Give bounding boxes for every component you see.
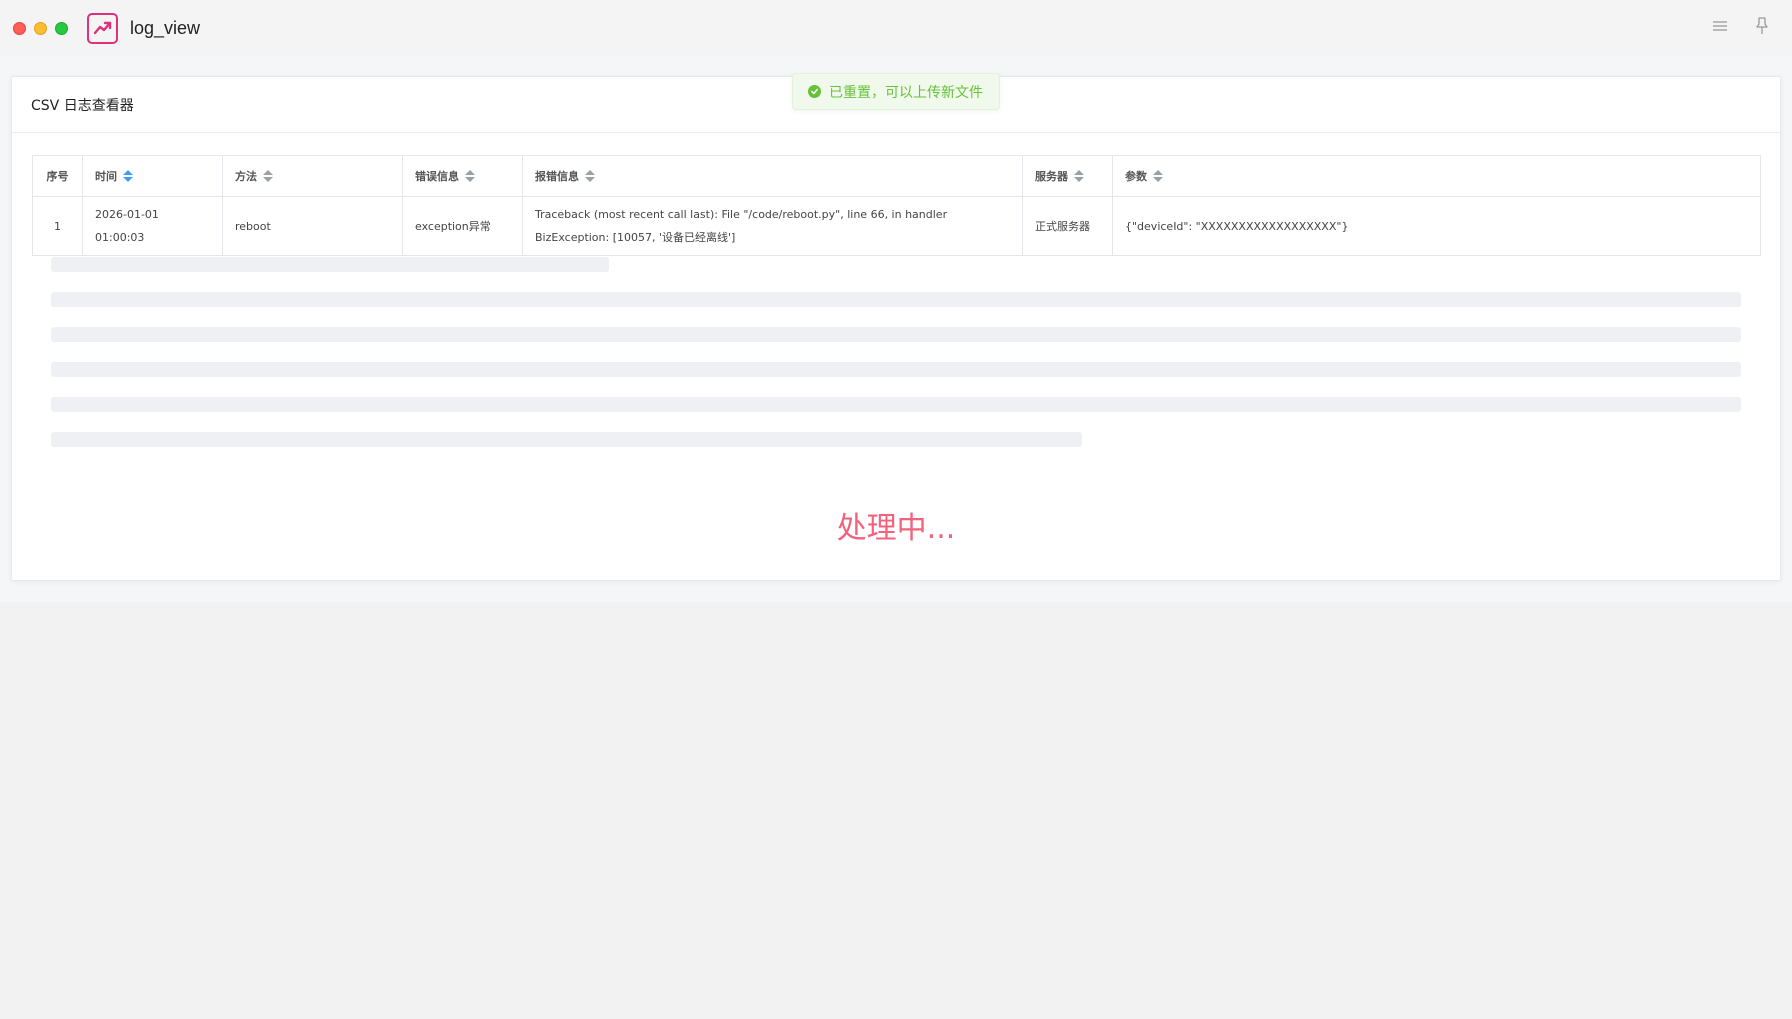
maximize-window-button[interactable] (55, 21, 68, 35)
column-header-error[interactable]: 错误信息 (402, 155, 523, 197)
pin-icon[interactable] (1752, 16, 1772, 36)
cell-server: 正式服务器 (1022, 196, 1113, 256)
cell-traceback: Traceback (most recent call last): File … (522, 196, 1023, 256)
skeleton-line (51, 327, 1741, 342)
skeleton-line (51, 397, 1741, 412)
menu-icon[interactable] (1710, 16, 1730, 36)
column-header-label: 错误信息 (415, 170, 459, 183)
close-window-button[interactable] (13, 21, 26, 35)
cell-index: 1 (32, 196, 83, 256)
cell-error: exception异常 (402, 196, 523, 256)
sort-icon[interactable] (465, 170, 475, 182)
sort-icon[interactable] (123, 170, 133, 182)
table-header-row: 序号 时间 方法 错误信息 报错信息 服务器 参数 (32, 155, 1761, 197)
window-controls (13, 21, 68, 35)
column-header-index: 序号 (32, 155, 83, 197)
cell-method: reboot (222, 196, 403, 256)
column-header-params[interactable]: 参数 (1112, 155, 1761, 197)
minimize-window-button[interactable] (34, 21, 47, 35)
column-header-label: 参数 (1125, 170, 1147, 183)
sort-icon[interactable] (1074, 170, 1084, 182)
column-header-traceback[interactable]: 报错信息 (522, 155, 1023, 197)
column-header-time[interactable]: 时间 (82, 155, 223, 197)
column-header-label: 序号 (46, 170, 69, 183)
column-header-method[interactable]: 方法 (222, 155, 403, 197)
title-bar-actions (1710, 16, 1772, 36)
column-header-server[interactable]: 服务器 (1022, 155, 1113, 197)
sort-icon[interactable] (1153, 170, 1163, 182)
check-circle-icon (808, 85, 821, 98)
success-toast: 已重置，可以上传新文件 (792, 73, 1000, 110)
sort-icon[interactable] (263, 170, 273, 182)
content-area: CSV 日志查看器 序号 时间 方法 错误信息 报错信息 服务器 参数 1 20… (0, 56, 1792, 602)
cell-params: {"deviceId": "XXXXXXXXXXXXXXXXXX"} (1112, 196, 1761, 256)
toast-message: 已重置，可以上传新文件 (829, 84, 983, 101)
skeleton-line (51, 432, 1082, 447)
column-header-label: 时间 (95, 170, 117, 183)
app-logo-icon (87, 12, 118, 44)
column-header-label: 服务器 (1035, 170, 1068, 183)
column-header-label: 报错信息 (535, 170, 579, 183)
app-title: log_view (130, 17, 201, 38)
processing-text: 处理中... (836, 511, 956, 546)
skeleton-line (51, 362, 1741, 377)
sort-icon[interactable] (585, 170, 595, 182)
column-header-label: 方法 (235, 170, 257, 183)
title-bar: log_view (0, 0, 1792, 56)
cell-time: 2026-01-01 01:00:03 (82, 196, 223, 256)
log-viewer-card: CSV 日志查看器 序号 时间 方法 错误信息 报错信息 服务器 参数 1 20… (11, 76, 1781, 581)
table-row[interactable]: 1 2026-01-01 01:00:03 reboot exception异常… (32, 196, 1761, 256)
skeleton-line (51, 292, 1741, 307)
log-table: 序号 时间 方法 错误信息 报错信息 服务器 参数 1 2026-01-01 0… (32, 155, 1761, 256)
skeleton-line (51, 257, 609, 272)
